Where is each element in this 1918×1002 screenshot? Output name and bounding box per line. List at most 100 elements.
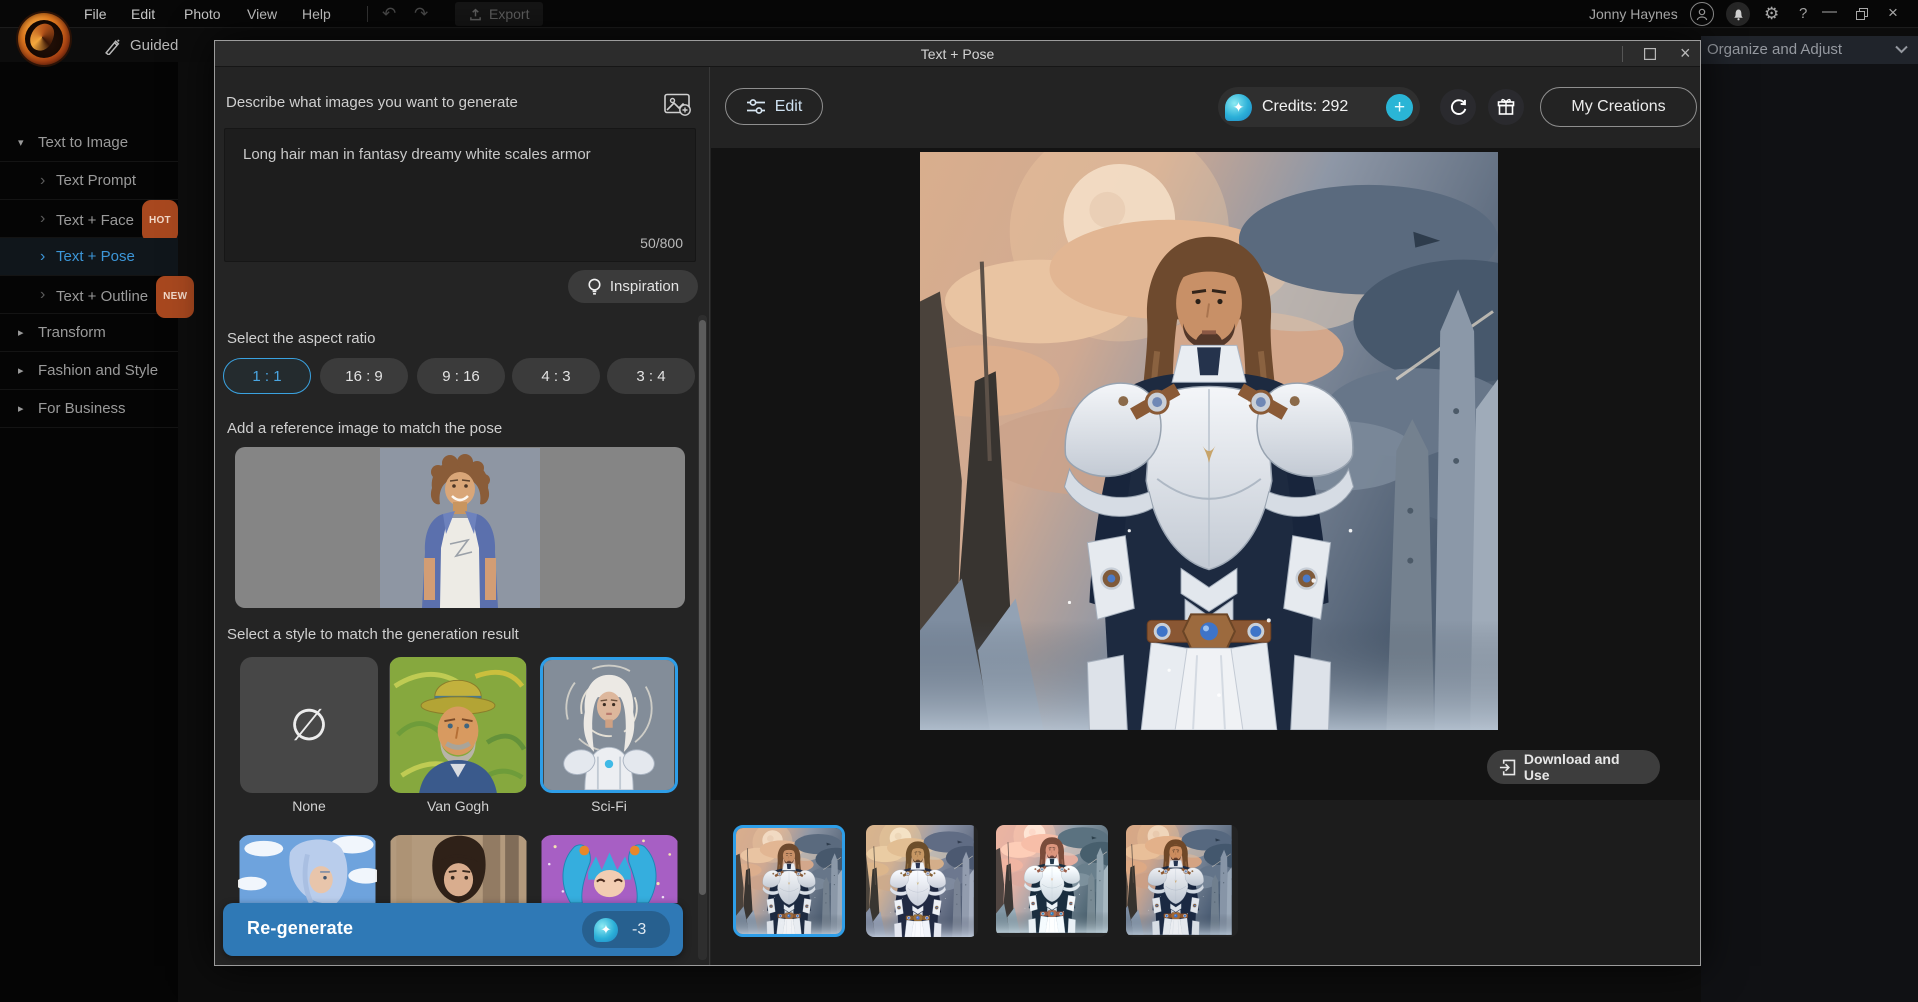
add-credits-button[interactable]: + (1386, 94, 1413, 121)
inspiration-label: Inspiration (610, 278, 679, 295)
inspiration-button[interactable]: Inspiration (568, 270, 698, 303)
none-icon: ∅ (290, 700, 328, 751)
chevron-right-icon: › (40, 276, 45, 314)
triangle-collapsed-icon: ▸ (18, 352, 24, 390)
sliders-icon (746, 98, 766, 115)
chevron-right-icon: › (40, 238, 45, 276)
char-counter: 50/800 (640, 233, 683, 253)
export-icon (469, 8, 482, 21)
ratio-4-3-button[interactable]: 4 : 3 (512, 358, 600, 394)
aspect-ratio-label: Select the aspect ratio (227, 330, 375, 347)
van-gogh-thumbnail (389, 657, 527, 793)
menu-help[interactable]: Help (302, 0, 331, 28)
prompt-input[interactable]: Long hair man in fantasy dreamy white sc… (224, 128, 696, 262)
help-icon[interactable]: ? (1799, 5, 1807, 22)
style-card-partial-2[interactable] (389, 835, 528, 903)
result-thumbnail-3[interactable] (996, 825, 1108, 937)
sidebar-item-for-business[interactable]: ▸ For Business (0, 390, 178, 428)
prompt-label: Describe what images you want to generat… (226, 94, 518, 111)
guided-pen-icon (104, 38, 121, 55)
result-thumbnail-2[interactable] (866, 825, 978, 937)
export-label: Export (489, 6, 529, 22)
settings-gear-icon[interactable]: ⚙ (1764, 4, 1779, 24)
close-window-button[interactable]: × (1888, 3, 1898, 23)
sidebar-item-text-pose[interactable]: › Text + Pose (0, 238, 178, 276)
user-name[interactable]: Jonny Haynes (1589, 0, 1678, 28)
regenerate-cost: -3 (632, 921, 646, 939)
sidebar-item-text-to-image[interactable]: ▾ Text to Image (0, 124, 178, 162)
new-badge: NEW (156, 276, 194, 318)
ratio-3-4-button[interactable]: 3 : 4 (607, 358, 695, 394)
hot-badge: HOT (142, 200, 178, 242)
style-card-partial-3[interactable] (540, 835, 679, 903)
toolbar-divider (367, 6, 368, 22)
menu-photo[interactable]: Photo (184, 0, 221, 28)
result-thumbnail-4[interactable] (1126, 825, 1238, 937)
reference-photo (380, 448, 540, 608)
credits-label: Credits: 292 (1262, 98, 1376, 116)
download-label: Download and Use (1524, 751, 1648, 783)
menu-edit[interactable]: Edit (131, 0, 155, 28)
style-sci-fi-card[interactable] (540, 657, 678, 793)
menu-file[interactable]: File (84, 0, 107, 28)
add-image-icon[interactable] (664, 93, 692, 117)
restore-button[interactable] (1856, 8, 1869, 21)
chevron-right-icon: › (40, 162, 45, 200)
prompt-text: Long hair man in fantasy dreamy white sc… (243, 146, 591, 163)
style-van-gogh-card[interactable] (389, 657, 527, 793)
regenerate-cost-pill: ✦ -3 (582, 911, 670, 948)
credits-pill[interactable]: ✦ Credits: 292 + (1218, 87, 1420, 127)
credit-gem-icon: ✦ (1225, 94, 1252, 121)
dialog-title: Text + Pose (921, 46, 995, 62)
chevron-right-icon: › (40, 200, 45, 238)
panel-scrollbar-thumb[interactable] (699, 320, 706, 895)
triangle-collapsed-icon: ▸ (18, 314, 24, 352)
sidebar-item-text-outline[interactable]: › Text + OutlineNEW (0, 276, 178, 314)
style-none-card[interactable]: ∅ (240, 657, 378, 793)
reference-label: Add a reference image to match the pose (227, 420, 502, 437)
chevron-down-icon (1895, 45, 1908, 54)
style-card-partial-1[interactable] (238, 835, 377, 903)
edit-label: Edit (775, 98, 803, 116)
credit-gem-icon: ✦ (594, 918, 618, 942)
export-button[interactable]: Export (455, 2, 543, 26)
account-avatar-icon[interactable] (1690, 2, 1714, 26)
style-van-gogh-label: Van Gogh (389, 798, 527, 814)
sidebar-item-transform[interactable]: ▸ Transform (0, 314, 178, 352)
triangle-expanded-icon: ▾ (18, 124, 24, 162)
refresh-button[interactable] (1440, 89, 1476, 125)
my-creations-button[interactable]: My Creations (1540, 87, 1697, 127)
redo-icon[interactable]: ↷ (414, 4, 428, 24)
undo-icon[interactable]: ↶ (382, 4, 396, 24)
refresh-icon (1449, 98, 1468, 117)
tab-guided[interactable]: Guided (130, 29, 178, 62)
triangle-collapsed-icon: ▸ (18, 390, 24, 428)
style-none-label: None (240, 798, 378, 814)
generated-image-preview (920, 152, 1498, 730)
minimize-button[interactable]: — (1822, 3, 1837, 20)
regenerate-button[interactable]: Re-generate ✦ -3 (223, 903, 683, 956)
my-creations-label: My Creations (1571, 98, 1665, 116)
ratio-9-16-button[interactable]: 9 : 16 (417, 358, 505, 394)
lightbulb-icon (587, 278, 602, 296)
organize-label: Organize and Adjust (1707, 36, 1842, 64)
result-thumbnail-1-selected[interactable] (733, 825, 845, 937)
menu-view[interactable]: View (247, 0, 277, 28)
sidebar-item-fashion-style[interactable]: ▸ Fashion and Style (0, 352, 178, 390)
dialog-close-button[interactable]: × (1680, 43, 1691, 64)
sci-fi-thumbnail (543, 660, 675, 790)
pose-reference-image[interactable] (235, 447, 685, 608)
ratio-16-9-button[interactable]: 16 : 9 (320, 358, 408, 394)
organize-and-adjust-dropdown[interactable]: Organize and Adjust (1701, 36, 1918, 64)
notifications-bell-icon[interactable] (1726, 2, 1750, 26)
sidebar-item-text-face[interactable]: › Text + FaceHOT (0, 200, 178, 238)
edit-button[interactable]: Edit (725, 88, 823, 125)
gift-button[interactable] (1488, 89, 1524, 125)
dialog-maximize-button[interactable] (1644, 48, 1656, 60)
gift-icon (1497, 98, 1515, 116)
ratio-1-1-button[interactable]: 1 : 1 (223, 358, 311, 394)
background-panel (1701, 64, 1918, 1002)
download-use-icon (1499, 759, 1516, 776)
sidebar-item-text-prompt[interactable]: › Text Prompt (0, 162, 178, 200)
download-and-use-button[interactable]: Download and Use (1487, 750, 1660, 784)
